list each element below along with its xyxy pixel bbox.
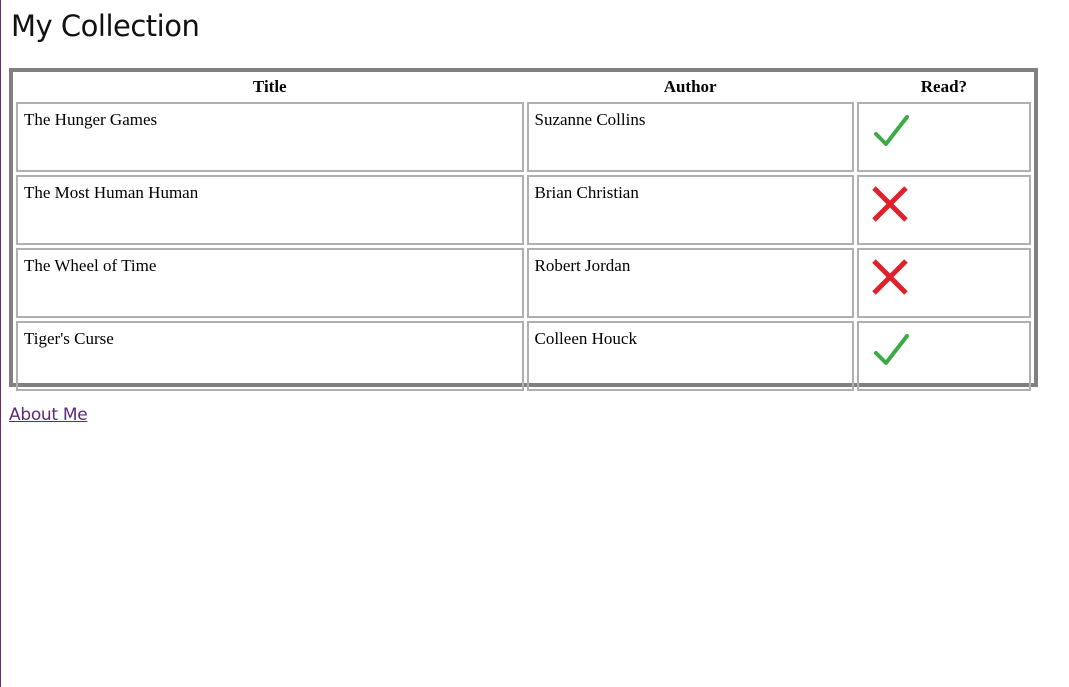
page-title: My Collection — [11, 9, 200, 43]
table-row: The Hunger Games Suzanne Collins — [16, 102, 1031, 172]
column-header-read: Read? — [920, 77, 968, 96]
table-row: The Most Human Human Brian Christian — [16, 175, 1031, 245]
column-header-title: Title — [252, 77, 287, 96]
table-header-row: Title Author Read? — [16, 75, 1031, 99]
table-row: The Wheel of Time Robert Jordan — [16, 248, 1031, 318]
author-cell: Colleen Houck — [526, 321, 854, 391]
table-row: Tiger's Curse Colleen Houck — [16, 321, 1031, 391]
title-cell: The Wheel of Time — [16, 248, 524, 318]
cross-icon — [871, 185, 911, 225]
title-cell: The Most Human Human — [16, 175, 524, 245]
read-cell — [856, 175, 1031, 245]
author-cell: Robert Jordan — [526, 248, 854, 318]
read-cell — [856, 102, 1031, 172]
check-icon — [871, 331, 911, 371]
read-cell — [856, 321, 1031, 391]
left-border — [0, 0, 1, 687]
title-cell: Tiger's Curse — [16, 321, 524, 391]
column-header-author: Author — [663, 77, 717, 96]
author-cell: Suzanne Collins — [526, 102, 854, 172]
collection-table-frame: Title Author Read? The Hunger Games Suza… — [9, 68, 1038, 391]
check-icon — [871, 112, 911, 152]
about-me-link[interactable]: About Me — [9, 405, 88, 425]
read-cell — [856, 248, 1031, 318]
title-cell: The Hunger Games — [16, 102, 524, 172]
collection-table: Title Author Read? The Hunger Games Suza… — [13, 72, 1034, 394]
author-cell: Brian Christian — [526, 175, 854, 245]
cross-icon — [871, 258, 911, 298]
